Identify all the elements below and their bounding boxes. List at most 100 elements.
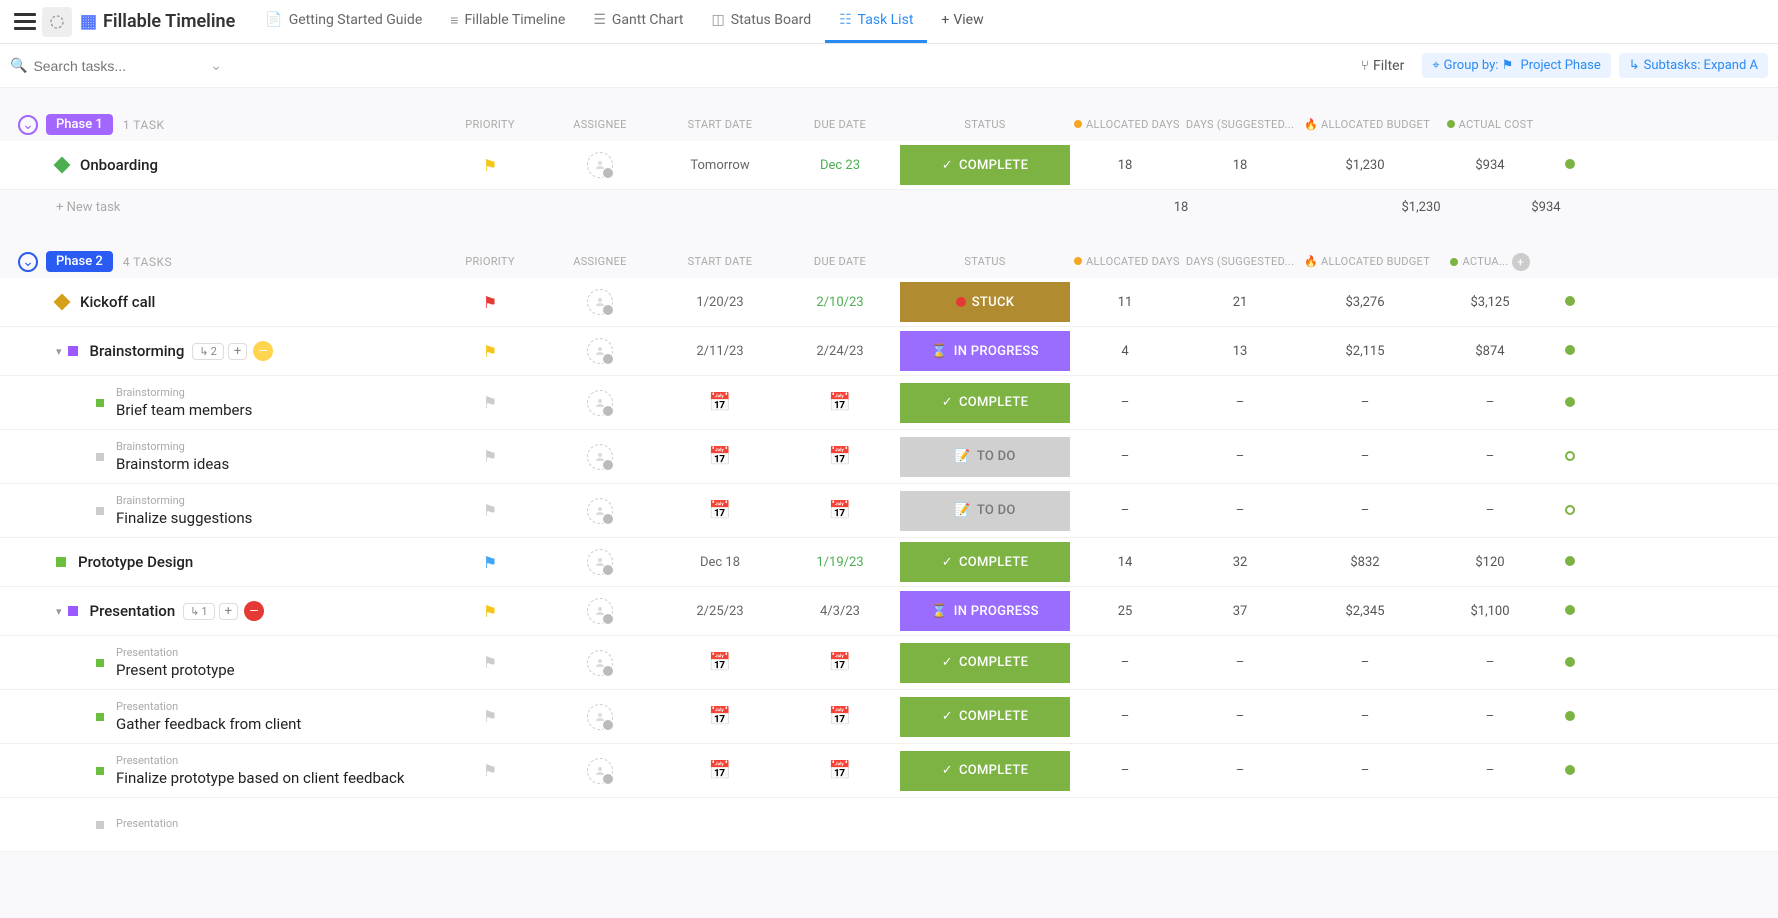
status-cell[interactable]: ⌛IN PROGRESS: [900, 591, 1070, 631]
col-days-suggested[interactable]: DAYS (SUGGESTED...: [1180, 255, 1300, 268]
expand-caret-icon[interactable]: ▾: [56, 605, 62, 618]
priority-flag-icon[interactable]: ⚑: [483, 761, 497, 780]
calendar-icon[interactable]: 📅: [829, 760, 851, 781]
assignee-placeholder[interactable]: [587, 338, 613, 364]
status-cell[interactable]: STUCK: [900, 282, 1070, 322]
task-row[interactable]: Onboarding ⚑ Tomorrow Dec 23 ✓COMPLETE 1…: [0, 141, 1778, 190]
priority-flag-icon[interactable]: ⚑: [483, 393, 497, 412]
status-cell[interactable]: 📝TO DO: [900, 437, 1070, 477]
subtask-row[interactable]: BrainstormingBrief team members ⚑ 📅 📅 ✓C…: [0, 376, 1778, 430]
start-date[interactable]: 1/20/23: [696, 295, 743, 310]
status-cell[interactable]: ⌛IN PROGRESS: [900, 331, 1070, 371]
task-row[interactable]: ▾Brainstorming↳2+— ⚑ 2/11/23 2/24/23 ⌛IN…: [0, 327, 1778, 376]
assignee-placeholder[interactable]: [587, 650, 613, 676]
group-toggle[interactable]: ⌄: [18, 252, 38, 272]
project-title[interactable]: ▦ Fillable Timeline: [80, 11, 235, 32]
assignee-placeholder[interactable]: [587, 390, 613, 416]
col-actual-cost[interactable]: ACTUAL COST: [1430, 118, 1550, 132]
group-by-pill[interactable]: ⌖Group by: ⚑ Project Phase: [1422, 53, 1610, 78]
assignee-placeholder[interactable]: [587, 152, 613, 178]
add-view-button[interactable]: +View: [927, 0, 997, 43]
start-date[interactable]: 2/25/23: [696, 604, 743, 619]
priority-flag-icon[interactable]: ⚑: [483, 653, 497, 672]
subtask-count-badge[interactable]: ↳2: [192, 343, 223, 360]
status-indicator-icon[interactable]: —: [244, 601, 264, 621]
col-days-suggested[interactable]: DAYS (SUGGESTED...: [1180, 118, 1300, 131]
calendar-icon[interactable]: 📅: [829, 392, 851, 413]
col-allocated-budget[interactable]: 🔥ALLOCATED BUDGET: [1300, 118, 1430, 131]
col-start-date[interactable]: START DATE: [660, 118, 780, 131]
col-status[interactable]: STATUS: [900, 118, 1070, 131]
col-start-date[interactable]: START DATE: [660, 255, 780, 268]
task-row[interactable]: ▾Presentation↳1+— ⚑ 2/25/23 4/3/23 ⌛IN P…: [0, 587, 1778, 636]
col-priority[interactable]: PRIORITY: [440, 118, 540, 131]
priority-flag-icon[interactable]: ⚑: [483, 342, 497, 361]
assignee-placeholder[interactable]: [587, 498, 613, 524]
due-date[interactable]: Dec 23: [820, 158, 860, 173]
tab-fillable-timeline[interactable]: ≡Fillable Timeline: [436, 0, 579, 43]
priority-flag-icon[interactable]: ⚑: [483, 707, 497, 726]
calendar-icon[interactable]: 📅: [709, 392, 731, 413]
add-subtask-button[interactable]: +: [219, 603, 238, 620]
phase-badge[interactable]: Phase 2: [46, 251, 113, 272]
assignee-placeholder[interactable]: [587, 549, 613, 575]
phase-badge[interactable]: Phase 1: [46, 114, 113, 135]
priority-flag-icon[interactable]: ⚑: [483, 156, 497, 175]
filter-button[interactable]: ⑂Filter: [1351, 54, 1415, 78]
tab-gantt[interactable]: ☰Gantt Chart: [579, 0, 697, 43]
calendar-icon[interactable]: 📅: [829, 446, 851, 467]
status-cell[interactable]: ✓COMPLETE: [900, 643, 1070, 683]
search-box[interactable]: 🔍 ⌄: [10, 58, 230, 74]
col-assignee[interactable]: ASSIGNEE: [540, 118, 660, 131]
start-date[interactable]: 2/11/23: [696, 344, 743, 359]
calendar-icon[interactable]: 📅: [829, 652, 851, 673]
search-input[interactable]: [33, 58, 183, 74]
status-cell[interactable]: ✓COMPLETE: [900, 383, 1070, 423]
col-priority[interactable]: PRIORITY: [440, 255, 540, 268]
assignee-placeholder[interactable]: [587, 444, 613, 470]
status-cell[interactable]: ✓COMPLETE: [900, 697, 1070, 737]
task-row[interactable]: Kickoff call ⚑ 1/20/23 2/10/23 STUCK 11 …: [0, 278, 1778, 327]
calendar-icon[interactable]: 📅: [709, 446, 731, 467]
chevron-down-icon[interactable]: ⌄: [210, 58, 222, 74]
status-cell[interactable]: ✓COMPLETE: [900, 751, 1070, 791]
priority-flag-icon[interactable]: ⚑: [483, 501, 497, 520]
subtask-row[interactable]: PresentationPresent prototype ⚑ 📅 📅 ✓COM…: [0, 636, 1778, 690]
col-allocated-days[interactable]: ALLOCATED DAYS: [1070, 255, 1180, 269]
subtask-count-badge[interactable]: ↳1: [183, 603, 214, 620]
subtask-row[interactable]: Presentation: [0, 798, 1778, 852]
subtask-row[interactable]: PresentationGather feedback from client …: [0, 690, 1778, 744]
col-allocated-days[interactable]: ALLOCATED DAYS: [1070, 118, 1180, 132]
hamburger-menu-icon[interactable]: [14, 11, 36, 33]
col-actual-cost[interactable]: ACTUA... +: [1430, 253, 1550, 271]
assignee-placeholder[interactable]: [587, 704, 613, 730]
add-column-button[interactable]: +: [1512, 253, 1530, 271]
calendar-icon[interactable]: 📅: [709, 706, 731, 727]
task-row[interactable]: Prototype Design ⚑ Dec 18 1/19/23 ✓COMPL…: [0, 538, 1778, 587]
col-allocated-budget[interactable]: 🔥ALLOCATED BUDGET: [1300, 255, 1430, 268]
status-indicator-icon[interactable]: —: [253, 341, 273, 361]
calendar-icon[interactable]: 📅: [829, 500, 851, 521]
due-date[interactable]: 4/3/23: [820, 604, 860, 619]
tab-status-board[interactable]: ◫Status Board: [698, 0, 826, 43]
col-due-date[interactable]: DUE DATE: [780, 255, 900, 268]
col-assignee[interactable]: ASSIGNEE: [540, 255, 660, 268]
due-date[interactable]: 2/10/23: [816, 295, 863, 310]
group-toggle[interactable]: ⌄: [18, 115, 38, 135]
new-task-button[interactable]: + New task: [56, 200, 496, 215]
status-cell[interactable]: ✓COMPLETE: [900, 542, 1070, 582]
subtask-row[interactable]: BrainstormingBrainstorm ideas ⚑ 📅 📅 📝TO …: [0, 430, 1778, 484]
new-task-row[interactable]: + New task 18 $1,230 $934: [0, 190, 1778, 225]
col-due-date[interactable]: DUE DATE: [780, 118, 900, 131]
tab-task-list[interactable]: ☷Task List: [825, 0, 927, 43]
calendar-icon[interactable]: 📅: [709, 500, 731, 521]
assignee-placeholder[interactable]: [587, 758, 613, 784]
start-date[interactable]: Dec 18: [700, 555, 740, 570]
priority-flag-icon[interactable]: ⚑: [483, 447, 497, 466]
assignee-placeholder[interactable]: [587, 289, 613, 315]
calendar-icon[interactable]: 📅: [709, 760, 731, 781]
subtask-row[interactable]: BrainstormingFinalize suggestions ⚑ 📅 📅 …: [0, 484, 1778, 538]
calendar-icon[interactable]: 📅: [709, 652, 731, 673]
status-cell[interactable]: ✓COMPLETE: [900, 145, 1070, 185]
add-subtask-button[interactable]: +: [228, 343, 247, 360]
